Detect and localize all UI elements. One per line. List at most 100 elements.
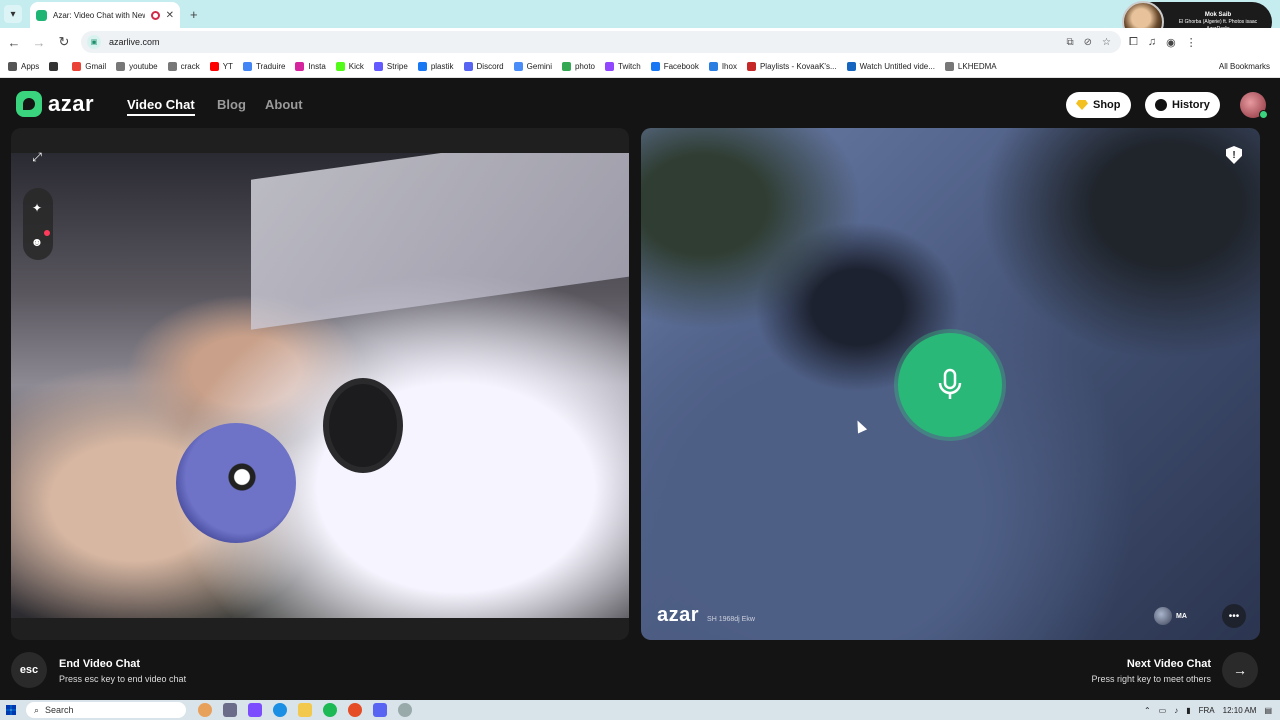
app-icon[interactable] <box>248 703 262 717</box>
start-button[interactable] <box>0 700 22 720</box>
browser-tab-active[interactable]: Azar: Video Chat with New ✕ <box>30 2 180 28</box>
tab-search-button[interactable]: ▾ <box>4 5 22 23</box>
spotify-icon[interactable] <box>323 703 337 717</box>
bookmark-item[interactable]: Ihox <box>708 62 737 71</box>
now-playing-title: Mok Saib <box>1204 11 1232 18</box>
new-tab-button[interactable]: + <box>190 7 198 22</box>
end-chat-button[interactable]: esc <box>11 652 47 688</box>
file-explorer-icon[interactable] <box>298 703 312 717</box>
bookmark-label: Discord <box>476 62 504 71</box>
extensions-icon[interactable]: ⧠ <box>1129 36 1138 49</box>
site-info-icon[interactable]: ▣ <box>87 35 101 49</box>
bookmark-favicon-icon <box>463 62 473 71</box>
bookmark-label: Kick <box>348 62 364 71</box>
bookmark-item[interactable]: Stripe <box>373 62 408 71</box>
media-controls-icon[interactable]: ♫ <box>1148 36 1156 49</box>
sparkle-effects-icon[interactable]: ✦ <box>24 195 50 221</box>
bookmark-item[interactable]: photo <box>561 62 595 71</box>
bookmark-item[interactable]: Playlists - KovaaK's... <box>746 62 837 71</box>
nav-video-chat[interactable]: Video Chat <box>127 97 195 116</box>
bookmark-item[interactable]: Twitch <box>605 62 641 71</box>
bookmark-favicon-icon <box>846 62 856 71</box>
expand-icon[interactable]: ⤢ <box>24 144 50 170</box>
bookmark-item[interactable]: Discord <box>463 62 504 71</box>
bookmark-item[interactable]: plastik <box>417 62 454 71</box>
shop-button[interactable]: Shop <box>1066 92 1131 118</box>
bookmark-label: Apps <box>21 62 40 71</box>
battery-icon[interactable]: ▮ <box>1186 706 1190 715</box>
mic-status-ring <box>894 329 1006 441</box>
task-view-icon[interactable] <box>223 703 237 717</box>
bookmark-item[interactable]: Gemini <box>513 62 552 71</box>
network-icon[interactable]: ▭ <box>1159 706 1167 715</box>
peer-info[interactable]: MA <box>1154 604 1210 628</box>
bookmark-item[interactable]: Traduire <box>242 62 285 71</box>
eye-off-icon[interactable]: ⊘ <box>1084 37 1092 48</box>
bookmark-label: Gemini <box>526 62 552 71</box>
taskbar-search-label: Search <box>45 705 74 715</box>
bookmark-favicon-icon <box>944 62 954 71</box>
close-tab-icon[interactable]: ✕ <box>166 10 174 21</box>
notification-dot <box>44 230 50 236</box>
next-chat-button[interactable]: → <box>1222 652 1258 688</box>
windows-taskbar: ⌕ Search ⌃ ▭ ♪ ▮ FRA 12:10 AM ▤ <box>0 700 1280 720</box>
bookmark-item[interactable]: Insta <box>295 62 326 71</box>
bookmark-item[interactable]: Apps <box>8 62 39 71</box>
address-bar[interactable]: ▣ azarlive.com ⧉ ⊘ ☆ <box>81 31 1121 53</box>
bookmark-item[interactable]: Facebook <box>650 62 699 71</box>
chat-bubble-icon[interactable]: ••• <box>1222 604 1246 628</box>
forward-icon[interactable]: → <box>28 31 50 53</box>
bookmark-favicon-icon <box>72 62 82 71</box>
reload-icon[interactable]: ↻ <box>53 31 75 53</box>
app-icon-2[interactable] <box>398 703 412 717</box>
nav-about[interactable]: About <box>265 97 303 112</box>
bookmark-item[interactable]: Kick <box>335 62 364 71</box>
microphone-button[interactable] <box>898 333 1002 437</box>
volume-icon[interactable]: ♪ <box>1174 706 1178 715</box>
weather-icon[interactable] <box>198 703 212 717</box>
bookmark-item[interactable] <box>49 62 62 71</box>
clock-time[interactable]: 12:10 AM <box>1223 706 1257 715</box>
browser-toolbar: ← → ↻ ▣ azarlive.com ⧉ ⊘ ☆ ⧠ ♫ ◉ ⋮ <box>0 28 1280 56</box>
video-headphones <box>323 378 403 473</box>
local-video-panel: ⤢ ✦ ☻ <box>11 128 629 640</box>
history-label: History <box>1172 99 1210 111</box>
notifications-icon[interactable]: ▤ <box>1264 706 1272 715</box>
profile-icon[interactable]: ◉ <box>1166 36 1176 49</box>
url-text: azarlive.com <box>109 37 160 47</box>
bookmark-item[interactable]: YT <box>209 62 233 71</box>
bookmark-favicon-icon <box>8 62 17 71</box>
local-video-feed <box>11 153 629 618</box>
bookmark-star-icon[interactable]: ☆ <box>1102 37 1111 48</box>
tray-chevron-icon[interactable]: ⌃ <box>1144 706 1151 715</box>
bookmark-favicon-icon <box>49 62 59 71</box>
microphone-icon <box>938 368 962 399</box>
peer-country: MA <box>1176 612 1187 620</box>
browser-menu-icon[interactable]: ⋮ <box>1186 36 1197 49</box>
bookmark-item[interactable]: youtube <box>116 62 158 71</box>
bookmark-item[interactable]: Watch Untitled vide... <box>846 62 935 71</box>
install-app-icon[interactable]: ⧉ <box>1067 37 1074 48</box>
discord-icon[interactable] <box>373 703 387 717</box>
bookmark-item[interactable]: crack <box>167 62 200 71</box>
nav-blog[interactable]: Blog <box>217 97 246 112</box>
shop-label: Shop <box>1093 99 1121 111</box>
bookmark-item[interactable]: LKHEDMA <box>944 62 997 71</box>
gem-icon <box>1076 100 1088 110</box>
bookmark-item[interactable]: Gmail <box>72 62 106 71</box>
bookmark-label: YT <box>222 62 233 71</box>
history-button[interactable]: History <box>1145 92 1220 118</box>
bookmark-favicon-icon <box>605 62 615 71</box>
edge-icon[interactable] <box>273 703 287 717</box>
chrome-icon[interactable] <box>348 703 362 717</box>
taskbar-search[interactable]: ⌕ Search <box>26 702 186 718</box>
azar-logo[interactable]: azar <box>16 91 94 117</box>
all-bookmarks-button[interactable]: All Bookmarks <box>1219 62 1280 71</box>
end-chat-title: End Video Chat <box>59 658 141 670</box>
back-icon[interactable]: ← <box>3 31 25 53</box>
bookmark-label: Watch Untitled vide... <box>859 62 935 71</box>
report-shield-icon[interactable]: ! <box>1226 146 1242 164</box>
bookmark-label: crack <box>180 62 200 71</box>
bookmark-label: LKHEDMA <box>957 62 997 71</box>
language-indicator[interactable]: FRA <box>1199 706 1215 715</box>
